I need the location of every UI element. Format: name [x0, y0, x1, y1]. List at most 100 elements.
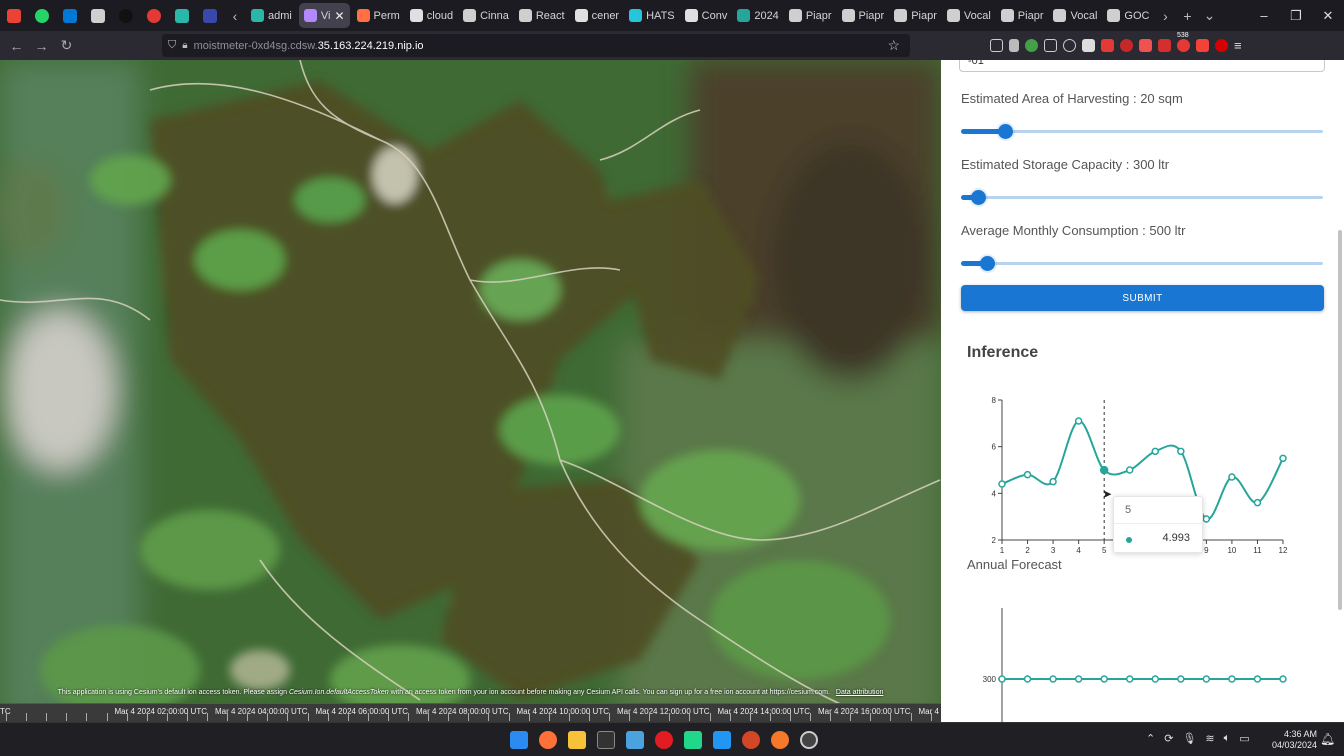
- blender-icon[interactable]: [771, 731, 789, 749]
- mouse-cursor-icon: ➤: [1102, 487, 1113, 501]
- browser-tab[interactable]: Perm: [352, 0, 405, 31]
- b-extension-icon[interactable]: [1196, 39, 1209, 52]
- browser-tab[interactable]: 2024: [732, 0, 783, 31]
- opera-icon[interactable]: [655, 731, 673, 749]
- heart-extension-icon[interactable]: [1215, 39, 1228, 52]
- shield-icon[interactable]: ⛉: [168, 39, 176, 52]
- browser-tab[interactable]: cener: [570, 0, 625, 31]
- area-slider[interactable]: [961, 121, 1323, 141]
- pinned-tab-grid[interactable]: [168, 0, 196, 31]
- browser-tab[interactable]: Piapr: [837, 0, 890, 31]
- submit-button[interactable]: SUBMIT: [961, 285, 1324, 311]
- browser-tab[interactable]: GOC: [1102, 0, 1154, 31]
- taskbar-clock[interactable]: 4:36 AM 04/03/2024: [1263, 729, 1317, 751]
- storage-slider[interactable]: [961, 187, 1323, 207]
- area-slider-thumb[interactable]: [998, 124, 1013, 139]
- tray-overflow-icon[interactable]: ⌃: [1146, 732, 1155, 745]
- panel-scrollbar[interactable]: [1338, 230, 1342, 610]
- browser-tab[interactable]: Piapr: [784, 0, 837, 31]
- date-input[interactable]: -01: [959, 60, 1325, 72]
- close-tab-icon[interactable]: ✕: [334, 9, 344, 23]
- lock-icon[interactable]: 🔒︎: [182, 40, 187, 51]
- notepad-icon[interactable]: [626, 731, 644, 749]
- wifi-icon[interactable]: ≋: [1205, 732, 1214, 745]
- inference-data-point: [1253, 498, 1262, 507]
- hat-icon: [463, 9, 477, 22]
- firefox-icon[interactable]: [539, 731, 557, 749]
- tab-list-icon[interactable]: ⌄: [1198, 7, 1220, 24]
- sync-icon[interactable]: ⟳: [1164, 732, 1173, 745]
- annual-forecast-chart[interactable]: 300: [941, 600, 1344, 722]
- consumption-slider[interactable]: [961, 253, 1323, 273]
- speaker-icon[interactable]: 🔈︎: [1224, 732, 1231, 745]
- download-icon[interactable]: [1009, 39, 1019, 52]
- browser-tab[interactable]: cloud: [405, 0, 458, 31]
- minimize-icon[interactable]: –: [1248, 8, 1280, 23]
- browser-tab[interactable]: React: [514, 0, 570, 31]
- pinned-tab-dark[interactable]: [112, 0, 140, 31]
- file-explorer-icon[interactable]: [568, 731, 586, 749]
- chat-icon[interactable]: [1063, 39, 1076, 52]
- url-text[interactable]: moistmeter-0xd4sg.cdsw.35.163.224.219.ni…: [194, 40, 424, 52]
- vscode-icon[interactable]: [713, 731, 731, 749]
- hat-icon: [1000, 9, 1014, 22]
- red-extension-icon[interactable]: [1101, 39, 1114, 52]
- red-square-icon[interactable]: [1139, 39, 1152, 52]
- close-window-icon[interactable]: ✕: [1312, 8, 1344, 24]
- pycharm-icon[interactable]: [684, 731, 702, 749]
- browser-tab-label: Vi: [320, 9, 331, 22]
- terminal-icon[interactable]: [597, 731, 615, 749]
- battery-icon[interactable]: ▭: [1239, 732, 1249, 745]
- browser-tab[interactable]: HATS: [624, 0, 680, 31]
- pinned-tab-chrome[interactable]: [140, 0, 168, 31]
- tooltip-series-dot: [1126, 537, 1132, 543]
- microphone-icon[interactable]: 🎙︎: [1182, 732, 1196, 745]
- menu-icon[interactable]: ≡: [1234, 38, 1242, 53]
- browser-tab-label: cener: [591, 9, 620, 22]
- browser-tab[interactable]: admi: [246, 0, 297, 31]
- red-circle-icon[interactable]: [1120, 39, 1133, 52]
- timeline-label: Mar 4 2024 06:00:00 UTC: [315, 707, 409, 716]
- browser-tab[interactable]: Piapr: [996, 0, 1049, 31]
- bookmark-star-icon[interactable]: ☆: [887, 37, 900, 54]
- browser-tab[interactable]: Conv: [680, 0, 733, 31]
- cesium-timeline[interactable]: TC Mar 4 2024 02:00:00 UTC Mar 4 2024 04:0…: [0, 703, 941, 722]
- browser-tab[interactable]: Vi ✕: [298, 3, 350, 28]
- timeline-tick: [166, 713, 168, 721]
- browser-tab[interactable]: Vocal: [942, 0, 996, 31]
- pocket-icon[interactable]: [990, 39, 1003, 52]
- reload-icon[interactable]: ↻: [54, 37, 79, 54]
- back-icon[interactable]: ←: [4, 38, 29, 54]
- pinned-tab-whatsapp[interactable]: [28, 0, 56, 31]
- pinned-tab-box[interactable]: [196, 0, 224, 31]
- pinned-tab-outlook[interactable]: [56, 0, 84, 31]
- satellite-map[interactable]: ion: [0, 60, 941, 722]
- data-attribution-link[interactable]: Data attribution: [836, 689, 883, 696]
- timeline-tick: [709, 713, 711, 721]
- address-bar[interactable]: ⛉ 🔒︎ moistmeter-0xd4sg.cdsw.35.163.224.2…: [162, 34, 910, 57]
- new-tab-icon[interactable]: +: [1176, 8, 1198, 24]
- arrow-extension-icon[interactable]: [1082, 39, 1095, 52]
- red-lock-icon[interactable]: [1158, 39, 1171, 52]
- browser-tab[interactable]: Cinna: [458, 0, 514, 31]
- puzzle-icon[interactable]: [1044, 39, 1057, 52]
- chrome-taskbar-icon[interactable]: [800, 731, 818, 749]
- pinned-tab-hat[interactable]: [84, 0, 112, 31]
- x-tick-label: 3: [1051, 546, 1056, 555]
- x-tick-label: 10: [1227, 546, 1236, 555]
- tab-scroll-right-icon[interactable]: ›: [1154, 8, 1176, 24]
- inference-data-point: [1202, 515, 1211, 523]
- notification-bell-icon[interactable]: 🔔︎: [1320, 732, 1335, 746]
- restore-icon[interactable]: ❐: [1280, 8, 1312, 24]
- extension-green-icon[interactable]: [1025, 39, 1038, 52]
- powerpoint-icon[interactable]: [742, 731, 760, 749]
- windows-start-icon[interactable]: [510, 731, 528, 749]
- tab-scroll-left-icon[interactable]: ‹: [224, 8, 246, 24]
- pinned-tab-gmail[interactable]: [0, 0, 28, 31]
- storage-slider-thumb[interactable]: [971, 190, 986, 205]
- consumption-slider-thumb[interactable]: [980, 256, 995, 271]
- badge-extension[interactable]: 538: [1177, 32, 1190, 52]
- forward-icon[interactable]: →: [29, 38, 54, 54]
- browser-tab[interactable]: Vocal: [1048, 0, 1102, 31]
- browser-tab[interactable]: Piapr: [889, 0, 942, 31]
